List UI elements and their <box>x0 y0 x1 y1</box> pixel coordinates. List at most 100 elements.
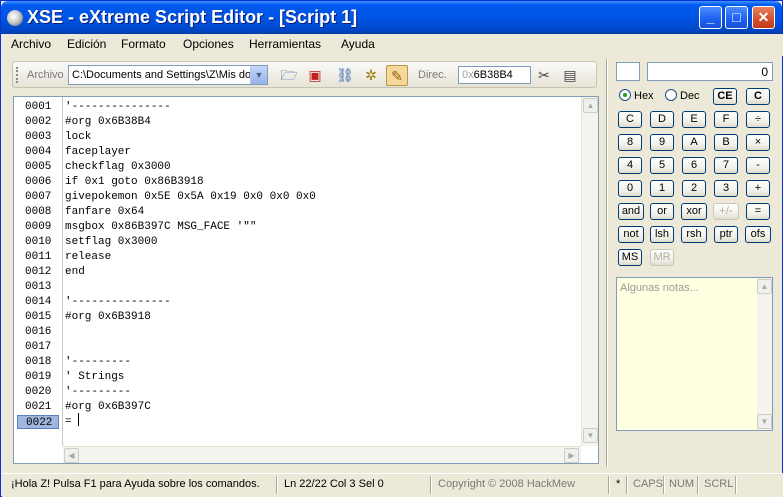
radio-dec[interactable]: Dec <box>665 89 700 102</box>
notes-scrollbar[interactable]: ▲ ▼ <box>757 278 772 430</box>
calc-ofs-button[interactable]: ofs <box>745 226 771 243</box>
notes-textarea[interactable]: Algunas notas... ▲ ▼ <box>616 277 773 431</box>
calc-ptr-button[interactable]: ptr <box>714 226 738 243</box>
menu-opciones[interactable]: Opciones <box>183 37 234 51</box>
calc-5-button[interactable]: 5 <box>650 157 674 174</box>
code-line[interactable]: #org 0x6B3918 <box>65 310 151 324</box>
calc-add-button[interactable]: + <box>746 180 770 197</box>
calc-9-button[interactable]: 9 <box>650 134 674 151</box>
scroll-left-icon[interactable]: ◀ <box>64 448 79 463</box>
direc-input[interactable]: 0x6B38B4 <box>458 66 531 84</box>
calc-divide-button[interactable]: ÷ <box>746 111 770 128</box>
calc-d-button[interactable]: D <box>650 111 674 128</box>
calc-7-button[interactable]: 7 <box>714 157 738 174</box>
calc-clear-button[interactable]: C <box>746 88 770 105</box>
calc-not-button[interactable]: not <box>618 226 644 243</box>
calc-c-button[interactable]: C <box>618 111 642 128</box>
status-divider <box>626 476 628 494</box>
scroll-up-icon[interactable]: ▲ <box>583 98 598 113</box>
calc-subtract-button[interactable]: - <box>746 157 770 174</box>
menu-archivo[interactable]: Archivo <box>11 37 51 51</box>
toolbar: Archivo C:\Documents and Settings\Z\Mis … <box>12 61 597 88</box>
code-line[interactable]: '--------------- <box>65 295 171 309</box>
menu-ayuda[interactable]: Ayuda <box>341 37 375 51</box>
maximize-button[interactable]: □ <box>725 6 748 29</box>
save-icon[interactable]: ▣ <box>304 65 326 86</box>
code-line[interactable]: setflag 0x3000 <box>65 235 157 249</box>
calc-lsh-button[interactable]: lsh <box>650 226 674 243</box>
calc-multiply-button[interactable]: × <box>746 134 770 151</box>
app-icon[interactable] <box>7 10 23 26</box>
notes-scroll-down-icon[interactable]: ▼ <box>757 414 772 429</box>
calc-b-button[interactable]: B <box>714 134 738 151</box>
calc-and-button[interactable]: and <box>618 203 644 220</box>
vertical-scrollbar[interactable]: ▲ ▼ <box>581 97 598 446</box>
calc-xor-button[interactable]: xor <box>681 203 707 220</box>
calc-e-button[interactable]: E <box>682 111 706 128</box>
horizontal-scrollbar[interactable]: ◀ ▶ <box>63 446 581 463</box>
line-number: 0011 <box>25 251 52 263</box>
code-line[interactable]: '--------- <box>65 385 131 399</box>
open-folder-icon[interactable]: 🗁 <box>278 65 300 86</box>
chevron-down-icon[interactable]: ▼ <box>250 66 267 84</box>
script-editor[interactable]: 0001 0002 0003 0004 0005 0006 0007 0008 0009 0010… <box>13 96 599 464</box>
code-line[interactable]: '--------- <box>65 355 131 369</box>
archivo-label: Archivo <box>27 69 64 81</box>
status-divider <box>735 476 737 494</box>
radio-dec-dot[interactable] <box>665 89 677 101</box>
calc-plusminus-button[interactable]: +/- <box>713 203 739 220</box>
radio-hex[interactable]: Hex <box>619 89 654 102</box>
code-line[interactable]: #org 0x6B38B4 <box>65 115 151 129</box>
calc-rsh-button[interactable]: rsh <box>681 226 707 243</box>
menu-herramientas[interactable]: Herramientas <box>249 37 321 51</box>
calculator-icon[interactable]: ▤ <box>559 65 581 86</box>
notes-scroll-up-icon[interactable]: ▲ <box>757 279 772 294</box>
link-icon[interactable]: ⛓ <box>334 65 356 86</box>
calc-3-button[interactable]: 3 <box>714 180 738 197</box>
panel-splitter[interactable] <box>606 59 608 467</box>
calc-ms-button[interactable]: MS <box>618 249 642 266</box>
calc-1-button[interactable]: 1 <box>650 180 674 197</box>
line-number: 0012 <box>25 266 52 278</box>
code-line[interactable]: checkflag 0x3000 <box>65 160 171 174</box>
compile-icon[interactable]: ✲ <box>360 65 382 86</box>
calc-or-button[interactable]: or <box>650 203 674 220</box>
file-path-combo[interactable]: C:\Documents and Settings\Z\Mis do ▼ <box>68 65 268 85</box>
radio-hex-dot[interactable] <box>619 89 631 101</box>
code-line[interactable]: '--------------- <box>65 100 171 114</box>
calc-ce-button[interactable]: CE <box>713 88 737 105</box>
scroll-right-icon[interactable]: ▶ <box>564 448 579 463</box>
code-line[interactable]: fanfare 0x64 <box>65 205 144 219</box>
code-line[interactable]: = <box>65 415 78 429</box>
calc-f-button[interactable]: F <box>714 111 738 128</box>
close-button[interactable]: ✕ <box>752 6 775 29</box>
code-line[interactable]: release <box>65 250 111 264</box>
code-line[interactable]: msgbox 0x86B397C MSG_FACE '"" <box>65 220 256 234</box>
menu-edicion[interactable]: Edición <box>67 37 106 51</box>
calc-a-button[interactable]: A <box>682 134 706 151</box>
code-line[interactable]: givepokemon 0x5E 0x5A 0x19 0x0 0x0 0x0 <box>65 190 316 204</box>
line-number: 0015 <box>25 311 52 323</box>
calc-4-button[interactable]: 4 <box>618 157 642 174</box>
calc-memory-display <box>616 62 640 81</box>
code-line[interactable]: if 0x1 goto 0x86B3918 <box>65 175 204 189</box>
code-line[interactable]: lock <box>65 130 91 144</box>
calc-6-button[interactable]: 6 <box>682 157 706 174</box>
title-bar[interactable]: XSE - eXtreme Script Editor - [Script 1]… <box>1 1 782 34</box>
line-number: 0002 <box>25 116 52 128</box>
calc-mr-button[interactable]: MR <box>650 249 674 266</box>
code-line[interactable]: end <box>65 265 85 279</box>
tools-icon[interactable]: ✂ <box>533 65 555 86</box>
calc-equals-button[interactable]: = <box>746 203 770 220</box>
menu-formato[interactable]: Formato <box>121 37 166 51</box>
notepad-icon[interactable]: ✎ <box>386 65 408 86</box>
code-line[interactable]: faceplayer <box>65 145 131 159</box>
calc-0-button[interactable]: 0 <box>618 180 642 197</box>
code-line[interactable]: #org 0x6B397C <box>65 400 151 414</box>
calc-8-button[interactable]: 8 <box>618 134 642 151</box>
minimize-button[interactable]: _ <box>699 6 722 29</box>
toolbar-grip[interactable] <box>16 67 19 83</box>
code-line[interactable]: ' Strings <box>65 370 124 384</box>
calc-2-button[interactable]: 2 <box>682 180 706 197</box>
scroll-down-icon[interactable]: ▼ <box>583 428 598 443</box>
